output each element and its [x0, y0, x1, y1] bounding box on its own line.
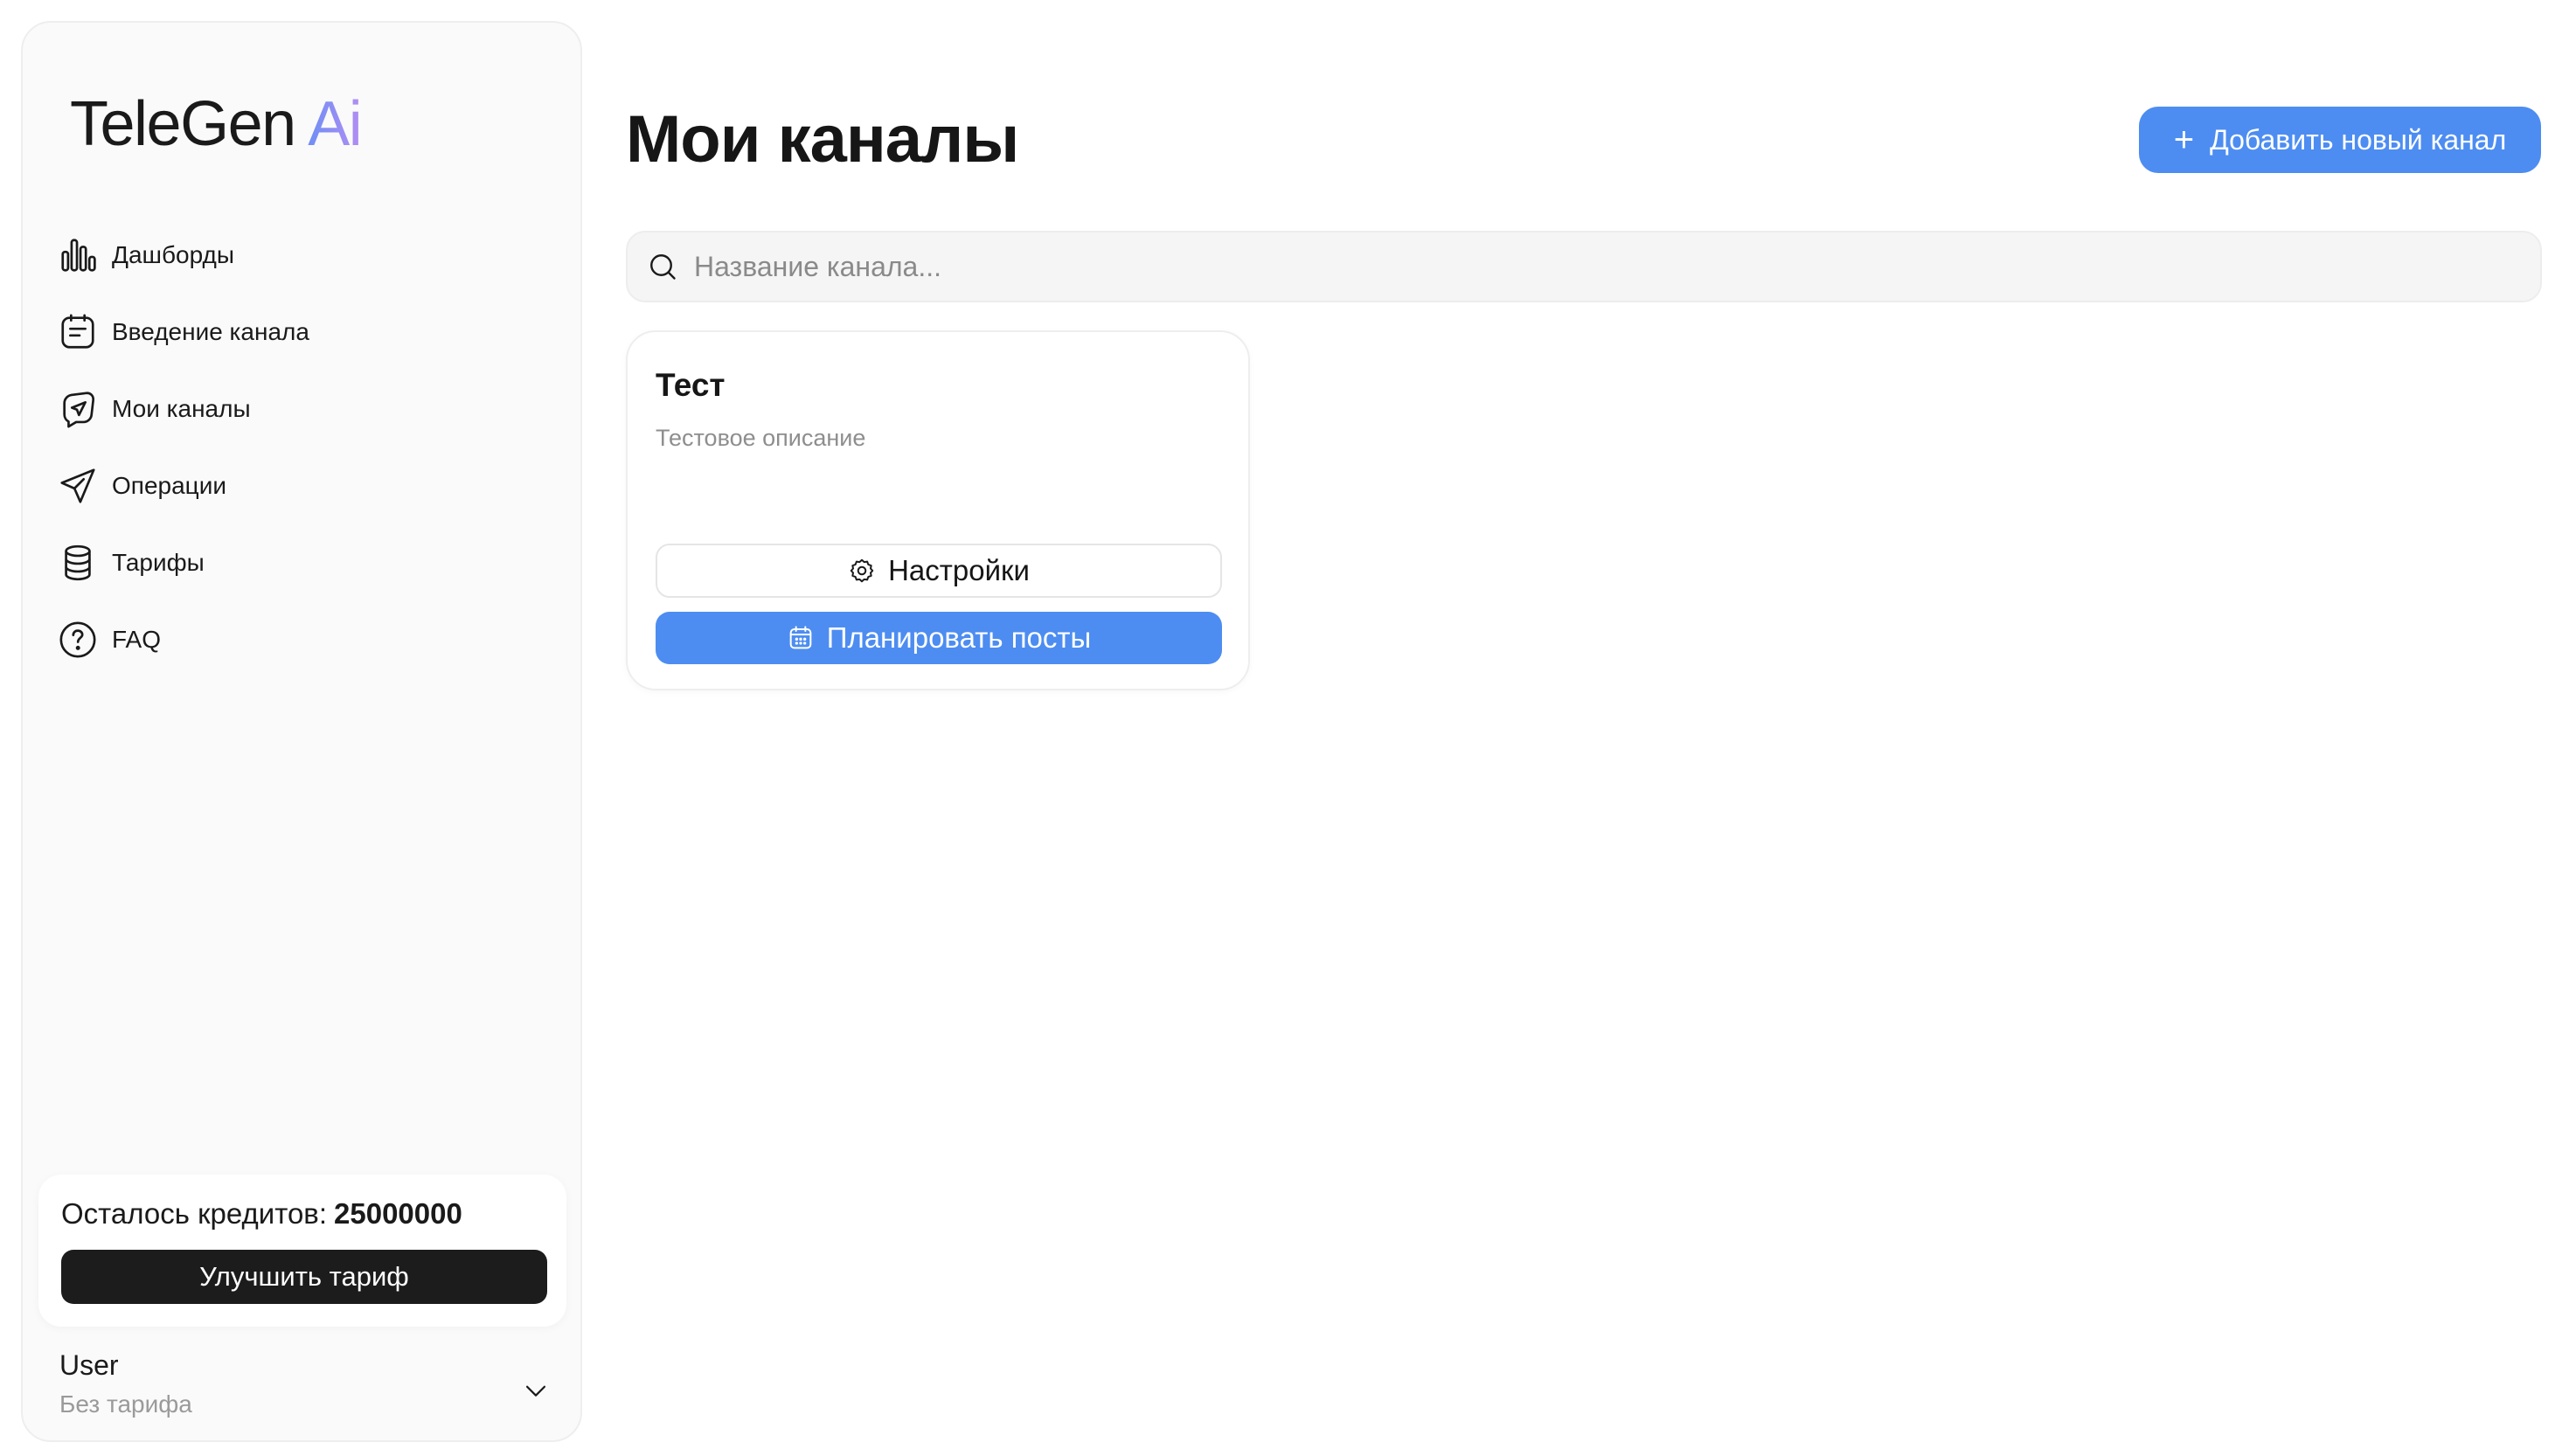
channel-description: Тестовое описание [656, 425, 866, 451]
calendar-icon [787, 624, 815, 652]
sidebar-item-channel-intro[interactable]: Введение канала [58, 294, 547, 371]
sidebar-item-operations[interactable]: Операции [58, 447, 547, 524]
sidebar-item-label: Мои каналы [112, 395, 251, 422]
sidebar-item-label: Тарифы [112, 549, 205, 576]
sidebar-item-faq[interactable]: FAQ [58, 601, 547, 678]
settings-label: Настройки [888, 554, 1030, 586]
sidebar-item-label: FAQ [112, 626, 162, 653]
add-channel-label: Добавить новый канал [2210, 123, 2507, 156]
brand-suffix: Ai [308, 89, 363, 159]
add-channel-button[interactable]: + Добавить новый канал [2139, 107, 2541, 173]
chevron-down-icon[interactable] [521, 1376, 551, 1405]
channel-card: Тест Тестовое описание Настройки Планиро… [626, 330, 1250, 690]
search-bar [626, 231, 2542, 302]
sidebar-item-dashboards[interactable]: Дашборды [58, 217, 547, 294]
user-name: User [59, 1349, 119, 1381]
gear-icon [848, 557, 876, 585]
coins-icon [58, 543, 98, 583]
question-circle-icon [58, 620, 98, 660]
sidebar-item-label: Операции [112, 472, 226, 499]
sidebar-item-my-channels[interactable]: Мои каналы [58, 371, 547, 447]
sidebar-item-label: Дашборды [112, 241, 234, 268]
brand-logo[interactable]: TeleGen Ai [70, 93, 363, 156]
telegram-icon [58, 389, 98, 429]
schedule-label: Планировать посты [826, 621, 1092, 654]
schedule-posts-button[interactable]: Планировать посты [656, 612, 1222, 664]
sidebar-item-tariffs[interactable]: Тарифы [58, 524, 547, 601]
sidebar: TeleGen Ai Дашборды Введение канала Мои … [21, 21, 582, 1442]
brand-name: TeleGen [70, 89, 296, 159]
sidebar-nav: Дашборды Введение канала Мои каналы Опер… [58, 217, 547, 678]
channel-title: Тест [656, 367, 726, 403]
channel-settings-button[interactable]: Настройки [656, 544, 1222, 598]
credits-panel: Осталось кредитов: 25000000 Улучшить тари… [38, 1175, 566, 1327]
credits-label: Осталось кредитов: [61, 1197, 328, 1230]
search-input[interactable] [694, 250, 2540, 283]
credits-amount: 25000000 [334, 1197, 462, 1230]
page-title: Мои каналы [626, 102, 1019, 177]
document-icon [58, 312, 98, 352]
bar-chart-icon [58, 235, 98, 275]
sidebar-item-label: Введение канала [112, 318, 309, 345]
app-root: TeleGen Ai Дашборды Введение канала Мои … [0, 0, 2569, 1456]
upgrade-plan-button[interactable]: Улучшить тариф [61, 1250, 547, 1304]
search-icon [650, 254, 676, 280]
user-menu[interactable]: User Без тарифа [59, 1349, 566, 1418]
paper-plane-icon [58, 466, 98, 506]
plus-icon: + [2173, 121, 2195, 159]
user-plan: Без тарифа [59, 1390, 192, 1418]
credits-text: Осталось кредитов: 25000000 [61, 1197, 544, 1231]
